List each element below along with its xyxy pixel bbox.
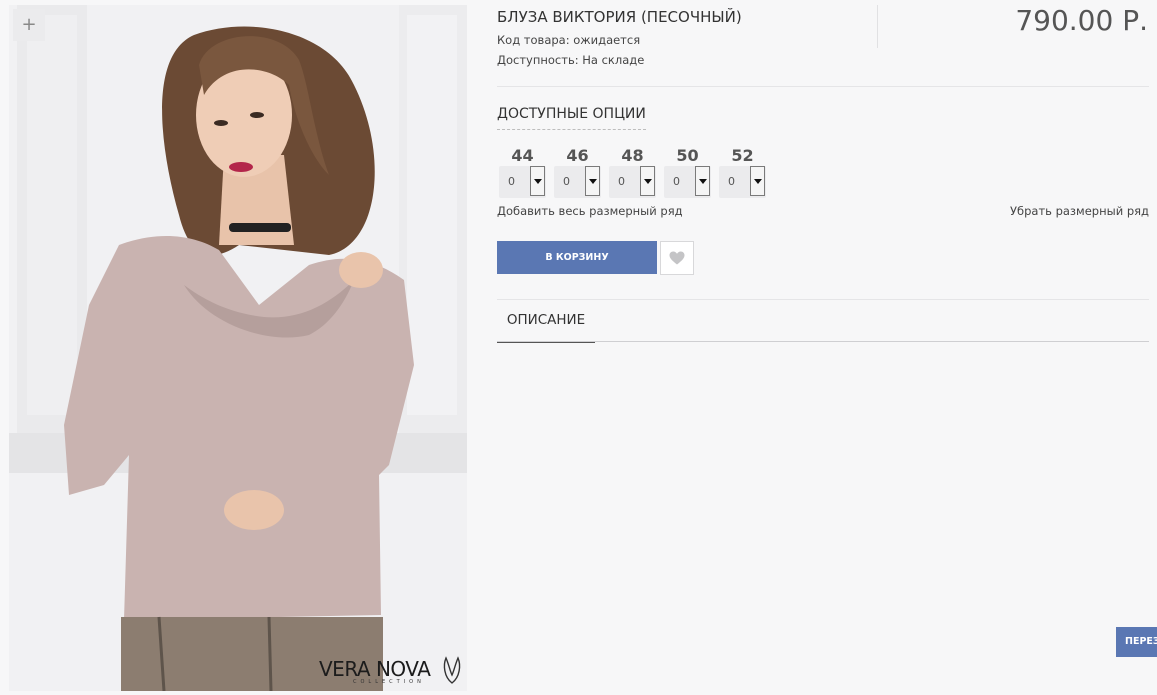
zoom-button[interactable]: +: [13, 9, 45, 41]
product-page: + VERA NOVA COLLECTION БЛУЗА ВИКТОРИЯ (П…: [0, 0, 1157, 695]
size-label: 52: [731, 146, 754, 165]
size-quantity-select[interactable]: 0: [609, 166, 656, 198]
quantity-value: 0: [728, 175, 735, 188]
price-divider: [877, 5, 878, 48]
size-quantity-select[interactable]: 0: [554, 166, 601, 198]
options-heading: ДОСТУПНЫЕ ОПЦИИ: [497, 106, 646, 130]
brand-logo: VERA NOVA COLLECTION: [319, 655, 464, 691]
section-divider: [497, 86, 1149, 87]
tabs-underline: [497, 341, 1149, 342]
heart-icon: [669, 251, 685, 265]
brand-subtitle: COLLECTION: [353, 679, 425, 685]
size-quantity-select[interactable]: 0: [719, 166, 766, 198]
tab-description[interactable]: ОПИСАНИЕ: [497, 311, 595, 343]
product-image[interactable]: + VERA NOVA COLLECTION: [9, 5, 467, 691]
chevron-down-icon[interactable]: [640, 166, 655, 196]
product-price: 790.00 Р.: [1015, 4, 1148, 37]
chevron-down-icon[interactable]: [585, 166, 600, 196]
product-title: БЛУЗА ВИКТОРИЯ (ПЕСОЧНЫЙ): [497, 8, 742, 26]
size-selector-group: 44 0 46 0 48 0 50 0 52 0: [499, 146, 774, 200]
product-availability: Доступность: На складе: [497, 53, 645, 67]
brand-name: VERA NOVA: [319, 657, 431, 681]
size-option: 44 0: [499, 146, 546, 200]
size-label: 46: [566, 146, 589, 165]
section-divider: [497, 299, 1149, 300]
add-to-cart-button[interactable]: В КОРЗИНУ: [497, 241, 657, 274]
size-quantity-select[interactable]: 0: [499, 166, 546, 198]
quantity-value: 0: [508, 175, 515, 188]
quantity-value: 0: [618, 175, 625, 188]
quantity-value: 0: [563, 175, 570, 188]
chevron-down-icon[interactable]: [695, 166, 710, 196]
size-option: 50 0: [664, 146, 711, 200]
chevron-down-icon[interactable]: [530, 166, 545, 196]
size-label: 44: [511, 146, 534, 165]
quantity-value: 0: [673, 175, 680, 188]
chevron-down-icon[interactable]: [750, 166, 765, 196]
size-label: 48: [621, 146, 644, 165]
remove-sizes-link[interactable]: Убрать размерный ряд: [1010, 204, 1149, 218]
wishlist-button[interactable]: [660, 241, 694, 275]
plus-icon: +: [21, 14, 37, 35]
size-label: 50: [676, 146, 699, 165]
size-quantity-select[interactable]: 0: [664, 166, 711, 198]
side-action-button[interactable]: ПЕРЕЗ: [1116, 627, 1157, 657]
add-all-sizes-link[interactable]: Добавить весь размерный ряд: [497, 204, 683, 218]
size-option: 52 0: [719, 146, 766, 200]
product-photo-illustration: [9, 5, 467, 691]
tulip-logo-icon: [443, 656, 461, 684]
size-option: 46 0: [554, 146, 601, 200]
product-code: Код товара: ожидается: [497, 33, 641, 47]
size-option: 48 0: [609, 146, 656, 200]
